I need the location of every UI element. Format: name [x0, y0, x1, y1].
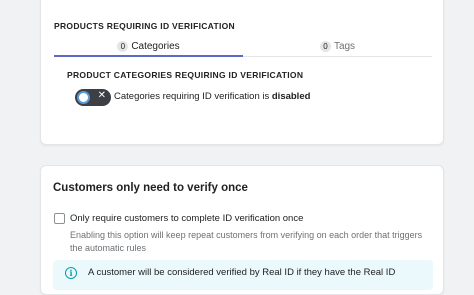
panel-heading: PRODUCT CATEGORIES REQUIRING ID VERIFICA…: [67, 70, 304, 80]
tab-tags[interactable]: 0 Tags: [243, 35, 432, 57]
tags-count-badge: 0: [319, 40, 331, 52]
verify-once-checkbox[interactable]: [54, 213, 65, 224]
tab-categories[interactable]: 0 Categories: [54, 35, 243, 57]
help-text: Enabling this option will keep repeat cu…: [70, 230, 423, 253]
info-banner: i A customer will be considered verified…: [53, 260, 433, 290]
tab-categories-label: Categories: [131, 40, 180, 52]
active-tab-indicator: [54, 55, 243, 57]
toggle-label: Categories requiring ID verification is …: [114, 91, 310, 102]
info-icon: i: [65, 267, 77, 279]
id-verification-card: PRODUCTS REQUIRING ID VERIFICATION 0 Cat…: [40, 0, 444, 145]
tab-tags-label: Tags: [333, 40, 356, 52]
x-icon: ✕: [97, 90, 106, 101]
toggle-knob: [77, 91, 90, 104]
toggle-label-prefix: Categories requiring ID verification is: [114, 91, 270, 102]
id-verification-toggle[interactable]: ✕: [75, 89, 111, 106]
categories-count-badge: 0: [117, 40, 129, 52]
verify-once-card: Customers only need to verify once Only …: [40, 165, 444, 295]
checkbox-label[interactable]: Only require customers to complete ID ve…: [70, 213, 303, 224]
tabs: 0 Categories 0 Tags: [54, 35, 432, 57]
section-heading: PRODUCTS REQUIRING ID VERIFICATION: [54, 21, 235, 31]
toggle-state: disabled: [271, 91, 311, 102]
card-title: Customers only need to verify once: [53, 182, 248, 194]
categories-panel: PRODUCT CATEGORIES REQUIRING ID VERIFICA…: [54, 58, 432, 114]
banner-text: A customer will be considered verified b…: [88, 267, 396, 278]
